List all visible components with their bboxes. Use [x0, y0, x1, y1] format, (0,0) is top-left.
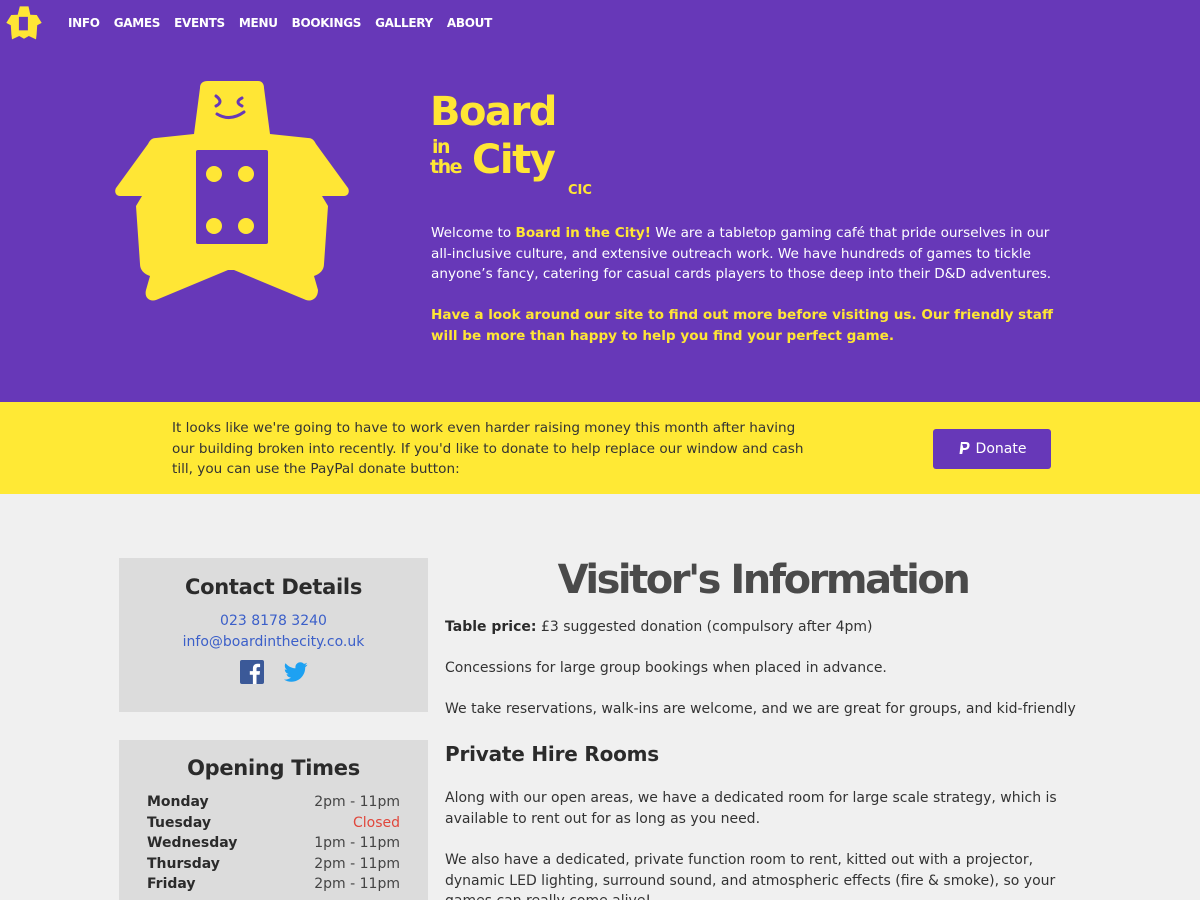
nav-info[interactable]: INFO	[68, 14, 100, 32]
hours-row: Monday 2pm - 11pm	[147, 792, 400, 813]
hours-time-closed: Closed	[352, 814, 400, 831]
welcome-paragraph: Welcome to Board in the City! We are a t…	[431, 223, 1071, 285]
facebook-icon[interactable]	[239, 660, 264, 684]
concessions-text: Concessions for large group bookings whe…	[445, 660, 887, 676]
hours-day: Friday	[147, 876, 196, 892]
welcome-brand-name: Board in the City!	[515, 225, 651, 241]
wordmark-board: Board	[430, 89, 557, 135]
private-hire-heading: Private Hire Rooms	[445, 742, 660, 766]
hours-row: Thursday 2pm - 11pm	[147, 854, 400, 875]
hours-time: 1pm - 11pm	[314, 835, 400, 851]
opening-times-list: Monday 2pm - 11pm Tuesday Closed Wednesd…	[147, 792, 400, 895]
hours-row: Wednesday 1pm - 11pm	[147, 833, 400, 854]
hours-row: Tuesday Closed	[147, 813, 400, 834]
nav-gallery[interactable]: GALLERY	[375, 14, 433, 32]
donate-button[interactable]: Donate	[933, 429, 1051, 469]
reservations-text: We take reservations, walk-ins are welco…	[445, 701, 1076, 717]
meeple-mascot-icon	[115, 81, 349, 301]
email-link[interactable]: info@boardinthecity.co.uk	[119, 632, 428, 653]
welcome-prefix: Welcome to	[431, 225, 516, 241]
private-hire-paragraph-1: Along with our open areas, we have a ded…	[445, 790, 1057, 827]
hours-day: Monday	[147, 794, 209, 810]
hours-time: 2pm - 11pm	[314, 876, 400, 892]
visitor-information-section: Visitor's Information Table price: £3 su…	[445, 556, 1085, 900]
table-price-label: Table price:	[445, 619, 537, 635]
nav-games[interactable]: GAMES	[114, 14, 161, 32]
donate-message: It looks like we're going to have to wor…	[172, 420, 804, 478]
social-links	[119, 660, 428, 684]
hero-section: INFO GAMES EVENTS MENU BOOKINGS GALLERY …	[0, 0, 1200, 402]
nav-events[interactable]: EVENTS	[174, 14, 225, 32]
opening-times-heading: Opening Times	[187, 756, 360, 780]
table-price-text: Table price: £3 suggested donation (comp…	[445, 617, 873, 638]
wordmark-in: in	[432, 136, 451, 158]
hours-day: Thursday	[147, 855, 220, 872]
private-hire-paragraph-2: We also have a dedicated, private functi…	[445, 852, 1056, 900]
donate-banner: It looks like we're going to have to wor…	[0, 402, 1200, 494]
phone-link[interactable]: 023 8178 3240	[119, 611, 428, 632]
nav-bookings[interactable]: BOOKINGS	[292, 14, 362, 32]
nav-about[interactable]: ABOUT	[447, 14, 492, 32]
page-title: Visitor's Information	[557, 557, 971, 603]
hours-time: 2pm - 11pm	[314, 855, 400, 872]
table-price-value: £3 suggested donation (compulsory after …	[536, 619, 873, 635]
wordmark-cic: CIC	[568, 183, 592, 198]
hours-time: 2pm - 11pm	[314, 794, 400, 810]
wordmark-city: City	[472, 137, 556, 183]
board-in-the-city-wordmark: Board in the City CIC	[430, 92, 600, 202]
main-nav: INFO GAMES EVENTS MENU BOOKINGS GALLERY …	[68, 14, 506, 32]
paypal-icon	[959, 442, 970, 454]
twitter-icon[interactable]	[283, 660, 308, 684]
contact-details-card: Contact Details 023 8178 3240 info@board…	[119, 558, 428, 712]
wordmark-the: the	[430, 156, 463, 178]
donate-button-label: Donate	[975, 441, 1027, 457]
meeple-logo-icon[interactable]	[6, 5, 42, 41]
nav-menu[interactable]: MENU	[239, 14, 278, 32]
contact-heading: Contact Details	[184, 575, 363, 599]
hours-row: Friday 2pm - 11pm	[147, 874, 400, 895]
opening-times-card: Opening Times Monday 2pm - 11pm Tuesday …	[119, 740, 428, 900]
hours-day: Tuesday	[147, 814, 211, 831]
hours-day: Wednesday	[147, 835, 238, 851]
call-to-action-text: Have a look around our site to find out …	[431, 307, 1053, 344]
